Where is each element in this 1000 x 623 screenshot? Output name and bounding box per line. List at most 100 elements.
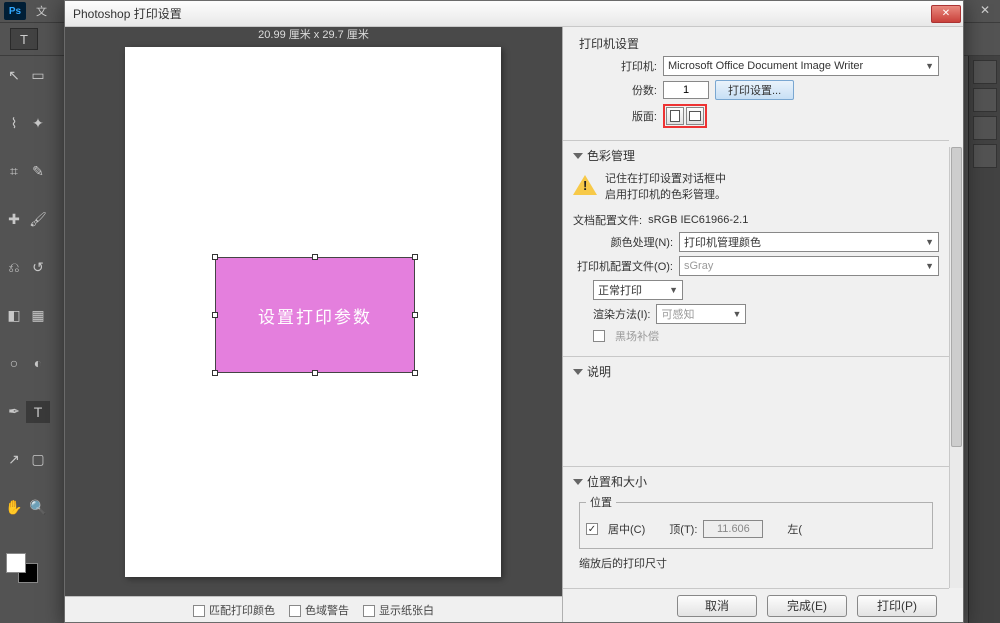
brush-tool-icon[interactable]: 🖌 <box>26 208 50 230</box>
tools-panel: ↖ ▭ ⌇ ✦ ⌗ ✎ ✚ 🖌 ⎌ ↺ ◧ ▦ ○ ◐ ✒ T ↗ ▢ ✋ 🔍 <box>0 62 56 623</box>
chevron-down-icon: ▼ <box>925 237 934 247</box>
printer-profile-select[interactable]: sGray▼ <box>679 256 939 276</box>
description-section: 说明 <box>563 357 949 467</box>
eraser-tool-icon[interactable]: ◧ <box>2 304 26 326</box>
copies-label: 份数: <box>573 82 657 98</box>
rendering-intent-select[interactable]: 可感知▼ <box>656 304 746 324</box>
dialog-titlebar[interactable]: Photoshop 打印设置 ✕ <box>65 1 963 27</box>
canvas-text: 设置打印参数 <box>258 303 372 328</box>
chevron-down-icon: ▼ <box>733 309 742 319</box>
path-select-icon[interactable]: ↗ <box>2 449 26 471</box>
crop-tool-icon[interactable]: ⌗ <box>2 160 26 182</box>
color-swatches[interactable] <box>2 553 50 595</box>
warning-line1: 记住在打印设置对话框中 <box>605 170 726 186</box>
paper-preview[interactable]: 设置打印参数 <box>125 47 501 577</box>
layout-label: 版面: <box>573 108 657 124</box>
center-checkbox[interactable]: ✓ <box>586 523 598 535</box>
black-point-checkbox <box>593 330 605 342</box>
orientation-landscape-button[interactable] <box>686 107 704 125</box>
chevron-down-icon: ▼ <box>925 61 934 71</box>
dialog-button-bar: 取消 完成(E) 打印(P) <box>563 588 949 622</box>
warning-icon: ! <box>573 175 597 197</box>
resize-handle[interactable] <box>212 254 218 260</box>
app-close-button[interactable]: ✕ <box>970 0 1000 20</box>
resize-handle[interactable] <box>212 370 218 376</box>
landscape-icon <box>689 111 701 121</box>
panel-icon[interactable] <box>973 116 997 140</box>
top-input <box>703 520 763 538</box>
type-tool-icon[interactable]: T <box>26 401 50 423</box>
description-toggle[interactable]: 说明 <box>573 363 939 380</box>
resize-handle[interactable] <box>412 254 418 260</box>
doc-profile-label: 文档配置文件: <box>573 212 642 228</box>
copies-input[interactable] <box>663 81 709 99</box>
scrollbar-thumb[interactable] <box>951 147 962 447</box>
position-fieldset: 位置 ✓ 居中(C) 顶(T): 左( <box>579 494 933 549</box>
foreground-color-swatch[interactable] <box>6 553 26 573</box>
eyedropper-tool-icon[interactable]: ✎ <box>26 160 50 182</box>
canvas-content[interactable]: 设置打印参数 <box>215 257 415 373</box>
ps-logo-icon: Ps <box>4 2 26 20</box>
scaled-size-label: 缩放后的打印尺寸 <box>573 551 939 575</box>
print-dialog: Photoshop 打印设置 ✕ 20.99 厘米 x 29.7 厘米 设置打印… <box>64 0 964 623</box>
top-label: 顶(T): <box>669 521 697 537</box>
history-brush-icon[interactable]: ↺ <box>26 256 50 278</box>
chevron-down-icon: ▼ <box>925 261 934 271</box>
resize-handle[interactable] <box>212 312 218 318</box>
color-section-toggle[interactable]: 色彩管理 <box>573 147 939 164</box>
panel-icon[interactable] <box>973 60 997 84</box>
menubar-file[interactable]: 文 <box>30 3 53 19</box>
left-label: 左( <box>787 521 802 537</box>
panel-icon[interactable] <box>973 88 997 112</box>
lasso-tool-icon[interactable]: ⌇ <box>2 112 26 134</box>
center-label: 居中(C) <box>608 521 645 537</box>
zoom-tool-icon[interactable]: 🔍 <box>26 497 50 519</box>
done-button[interactable]: 完成(E) <box>767 595 847 617</box>
print-settings-pane: 打印机设置 打印机: Microsoft Office Document Ima… <box>563 27 963 622</box>
black-point-label: 黑场补偿 <box>615 328 659 344</box>
print-settings-button[interactable]: 打印设置... <box>715 80 794 100</box>
stamp-tool-icon[interactable]: ⎌ <box>2 256 26 278</box>
collapsed-panels <box>968 56 1000 623</box>
portrait-icon <box>670 110 680 122</box>
pen-tool-icon[interactable]: ✒ <box>2 401 26 423</box>
caret-down-icon <box>573 479 583 485</box>
move-tool-icon[interactable]: ↖ <box>2 64 26 86</box>
resize-handle[interactable] <box>312 254 318 260</box>
print-mode-select[interactable]: 正常打印▼ <box>593 280 683 300</box>
hand-tool-icon[interactable]: ✋ <box>2 497 26 519</box>
position-section-toggle[interactable]: 位置和大小 <box>573 473 939 490</box>
gradient-tool-icon[interactable]: ▦ <box>26 304 50 326</box>
print-preview-pane: 20.99 厘米 x 29.7 厘米 设置打印参数 匹配打印颜色 色域警告 显 <box>65 27 563 622</box>
match-colors-checkbox[interactable]: 匹配打印颜色 <box>193 602 275 618</box>
printer-settings-section: 打印机设置 打印机: Microsoft Office Document Ima… <box>563 27 949 141</box>
show-paper-white-checkbox[interactable]: 显示纸张白 <box>363 602 434 618</box>
resize-handle[interactable] <box>312 370 318 376</box>
color-handling-select[interactable]: 打印机管理颜色▼ <box>679 232 939 252</box>
gamut-warning-checkbox[interactable]: 色域警告 <box>289 602 349 618</box>
dodge-tool-icon[interactable]: ◐ <box>26 352 50 374</box>
marquee-tool-icon[interactable]: ▭ <box>26 64 50 86</box>
panel-icon[interactable] <box>973 144 997 168</box>
blur-tool-icon[interactable]: ○ <box>2 352 26 374</box>
printer-select[interactable]: Microsoft Office Document Image Writer▼ <box>663 56 939 76</box>
shape-tool-icon[interactable]: ▢ <box>26 449 50 471</box>
dialog-title: Photoshop 打印设置 <box>73 5 929 22</box>
print-button[interactable]: 打印(P) <box>857 595 937 617</box>
heal-tool-icon[interactable]: ✚ <box>2 208 26 230</box>
wand-tool-icon[interactable]: ✦ <box>26 112 50 134</box>
dialog-close-button[interactable]: ✕ <box>931 5 961 23</box>
printer-profile-label: 打印机配置文件(O): <box>573 258 673 274</box>
color-management-section: 色彩管理 ! 记住在打印设置对话框中 启用打印机的色彩管理。 文档配置文件: s… <box>563 141 949 357</box>
resize-handle[interactable] <box>412 370 418 376</box>
position-legend: 位置 <box>586 494 616 510</box>
orientation-portrait-button[interactable] <box>666 107 684 125</box>
settings-scrollbar[interactable] <box>949 147 963 588</box>
printer-label: 打印机: <box>573 58 657 74</box>
preview-dimensions-label: 20.99 厘米 x 29.7 厘米 <box>65 27 562 43</box>
cancel-button[interactable]: 取消 <box>677 595 757 617</box>
type-tool-preset-icon[interactable]: T <box>10 28 38 50</box>
caret-down-icon <box>573 369 583 375</box>
preview-footer: 匹配打印颜色 色域警告 显示纸张白 <box>65 596 562 622</box>
resize-handle[interactable] <box>412 312 418 318</box>
